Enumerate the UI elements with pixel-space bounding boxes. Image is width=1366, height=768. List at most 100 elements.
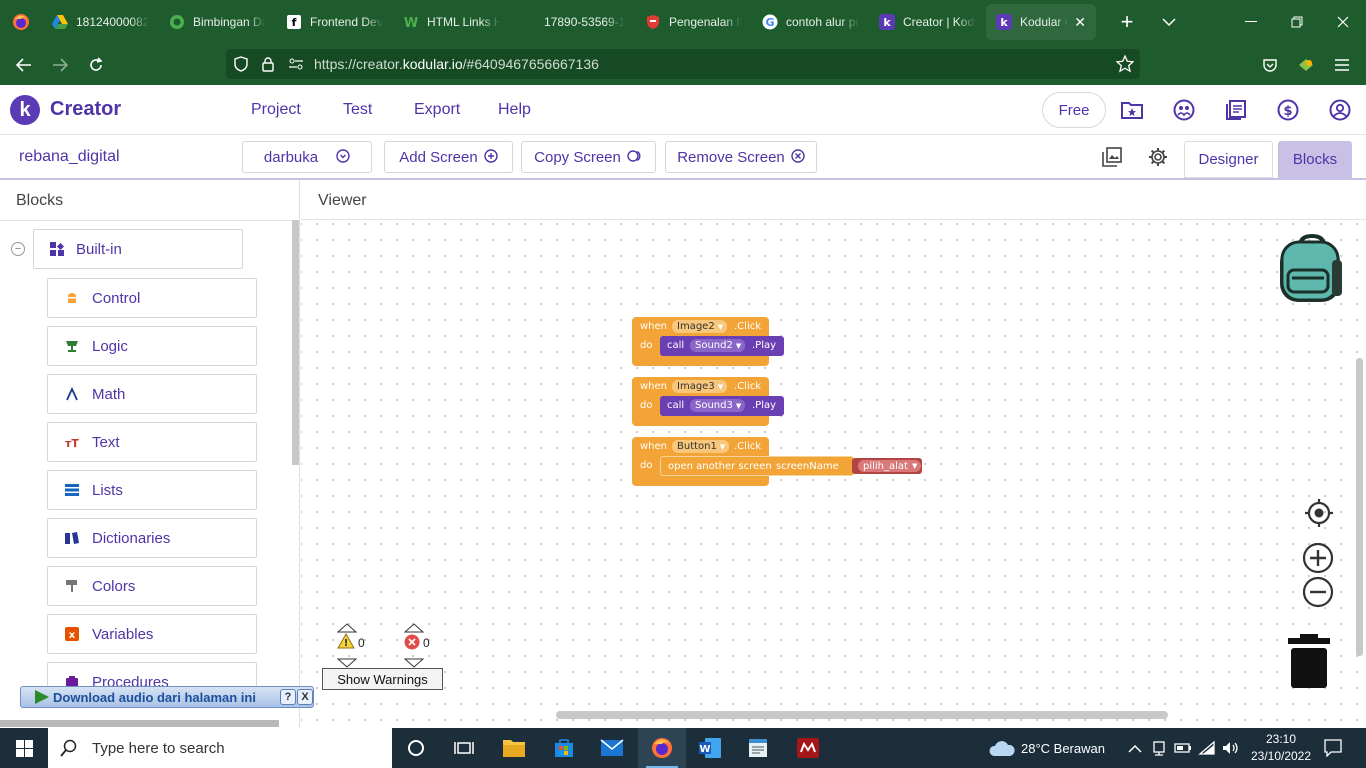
list-tabs-icon[interactable] (1146, 0, 1192, 44)
network-device-icon[interactable] (1151, 740, 1167, 761)
zoom-in-icon[interactable] (1302, 542, 1334, 574)
settings-gear-icon[interactable] (1147, 146, 1169, 168)
shield-icon[interactable] (234, 56, 250, 72)
blocks-viewer[interactable]: Viewer when Image2 ▼ .Click do call Sound… (301, 180, 1366, 728)
wifi-icon[interactable] (1198, 740, 1216, 761)
browser-tab[interactable]: Bimbingan Da (159, 0, 276, 44)
firefox-taskbar-icon[interactable] (638, 728, 686, 768)
permissions-icon[interactable] (288, 58, 304, 70)
app-logo-text[interactable]: Creator (50, 98, 121, 121)
open-another-screen-block[interactable]: open another screen screenName (660, 456, 854, 476)
bookmark-star-icon[interactable] (1115, 54, 1135, 76)
taskbar-clock[interactable]: 23:10 23/10/2022 (1248, 731, 1314, 765)
screen-select[interactable]: darbuka (242, 141, 372, 173)
chevron-up-icon[interactable] (1128, 741, 1142, 759)
warning-prev-icon[interactable] (336, 620, 358, 633)
browser-tab[interactable]: k Creator | Kodu (869, 0, 986, 44)
notepad-icon[interactable] (734, 728, 782, 768)
taskbar-search-box[interactable]: Type here to search (48, 728, 392, 768)
event-block-image2-click[interactable]: when Image2 ▼ .Click do call Sound2 ▼ .Pla… (632, 317, 784, 366)
cortana-icon[interactable] (392, 728, 440, 768)
kodular-logo-icon[interactable]: k (10, 95, 40, 125)
notifications-icon[interactable] (1324, 739, 1342, 762)
menu-export[interactable]: Export (414, 101, 460, 119)
weather-cloud-icon[interactable] (988, 739, 1016, 762)
backpack-icon[interactable] (1278, 233, 1346, 304)
close-tab-icon[interactable]: ✕ (1074, 14, 1086, 31)
viewer-vscrollbar[interactable] (1356, 358, 1363, 656)
windows-start-icon[interactable] (0, 728, 48, 768)
minimize-icon[interactable] (1228, 0, 1274, 44)
category-math[interactable]: Math (47, 374, 257, 414)
zoom-out-icon[interactable] (1302, 576, 1334, 608)
component-dropdown[interactable]: Button1 ▼ (672, 440, 730, 453)
menu-help[interactable]: Help (498, 101, 531, 119)
menu-project[interactable]: Project (251, 101, 301, 119)
microsoft-store-icon[interactable] (540, 728, 588, 768)
call-block-sound3-play[interactable]: call Sound3 ▼ .Play (660, 396, 784, 416)
dollar-icon[interactable]: $ (1276, 98, 1300, 122)
component-dropdown[interactable]: Image2 ▼ (672, 320, 728, 333)
reload-icon[interactable] (78, 47, 114, 83)
docs-icon[interactable] (1224, 98, 1248, 122)
text-block-pilih-alat[interactable]: pilih_alat ▼ (852, 458, 922, 474)
category-logic[interactable]: Logic (47, 326, 257, 366)
blocks-panel-scrollbar[interactable] (292, 220, 299, 465)
designer-tab[interactable]: Designer (1184, 141, 1273, 178)
mail-icon[interactable] (588, 728, 636, 768)
word-icon[interactable]: W (686, 728, 734, 768)
category-variables[interactable]: x Variables (47, 614, 257, 654)
extension-icon[interactable] (1288, 47, 1324, 83)
volume-icon[interactable] (1222, 740, 1240, 761)
pocket-icon[interactable] (1252, 47, 1288, 83)
show-warnings-button[interactable]: Show Warnings (322, 668, 443, 690)
browser-tab[interactable]: Gcontoh alur pu (752, 0, 869, 44)
add-screen-button[interactable]: Add Screen (384, 141, 513, 173)
close-window-icon[interactable] (1320, 0, 1366, 44)
blocks-panel-hscrollbar[interactable] (0, 720, 279, 727)
battery-icon[interactable] (1174, 740, 1192, 761)
community-icon[interactable] (1172, 98, 1196, 122)
component-dropdown[interactable]: Image3 ▼ (672, 380, 728, 393)
restore-icon[interactable] (1274, 0, 1320, 44)
category-dictionaries[interactable]: Dictionaries (47, 518, 257, 558)
collapse-minus-icon[interactable]: − (11, 242, 25, 256)
browser-tab[interactable]: f Frontend Deve (276, 0, 393, 44)
browser-tab[interactable]: k Kodular Cre ✕ (986, 4, 1096, 40)
trash-icon[interactable] (1288, 634, 1330, 690)
task-view-icon[interactable] (440, 728, 488, 768)
remove-screen-button[interactable]: Remove Screen (665, 141, 817, 173)
event-block-image3-click[interactable]: when Image3 ▼ .Click do call Sound3 ▼ .Pla… (632, 377, 784, 426)
weather-text[interactable]: 28°C Berawan (1021, 741, 1105, 756)
target-dropdown[interactable]: Sound2 ▼ (690, 339, 746, 352)
firefox-icon[interactable] (0, 0, 42, 44)
url-bar[interactable]: https://creator.kodular.io/#640946765666… (226, 49, 1140, 79)
builtin-category[interactable]: Built-in (33, 229, 243, 269)
browser-tab[interactable]: Pengenalan ID (635, 0, 752, 44)
browser-tab[interactable]: 17890-53569-1-PB (510, 0, 635, 44)
category-colors[interactable]: Colors (47, 566, 257, 606)
error-next-icon[interactable] (403, 655, 425, 668)
category-text[interactable]: тT Text (47, 422, 257, 462)
warning-next-icon[interactable] (336, 655, 358, 668)
download-audio-bar[interactable]: Download audio dari halaman ini ? X (20, 686, 314, 708)
download-audio-label[interactable]: Download audio dari halaman ini (53, 690, 256, 705)
call-block-sound2-play[interactable]: call Sound2 ▼ .Play (660, 336, 784, 356)
event-block-button1-click[interactable]: when Button1 ▼ .Click do open another scr… (632, 437, 922, 486)
menu-test[interactable]: Test (343, 101, 372, 119)
back-arrow-icon[interactable] (6, 47, 42, 83)
category-control[interactable]: Control (47, 278, 257, 318)
new-tab-button[interactable]: + (1104, 0, 1150, 44)
gallery-icon[interactable] (1101, 146, 1123, 168)
screen-name-dropdown[interactable]: pilih_alat ▼ (858, 460, 922, 472)
browser-tab[interactable]: 181240000824 (42, 0, 159, 44)
viewer-hscrollbar[interactable] (556, 711, 1168, 719)
close-button[interactable]: X (297, 689, 313, 705)
hamburger-menu-icon[interactable] (1324, 47, 1360, 83)
browser-tab[interactable]: W HTML Links H (393, 0, 510, 44)
copy-screen-button[interactable]: Copy Screen (521, 141, 656, 173)
blocks-tab[interactable]: Blocks (1278, 141, 1352, 178)
file-explorer-icon[interactable] (490, 728, 538, 768)
account-icon[interactable] (1328, 98, 1352, 122)
lock-icon[interactable] (262, 56, 278, 72)
